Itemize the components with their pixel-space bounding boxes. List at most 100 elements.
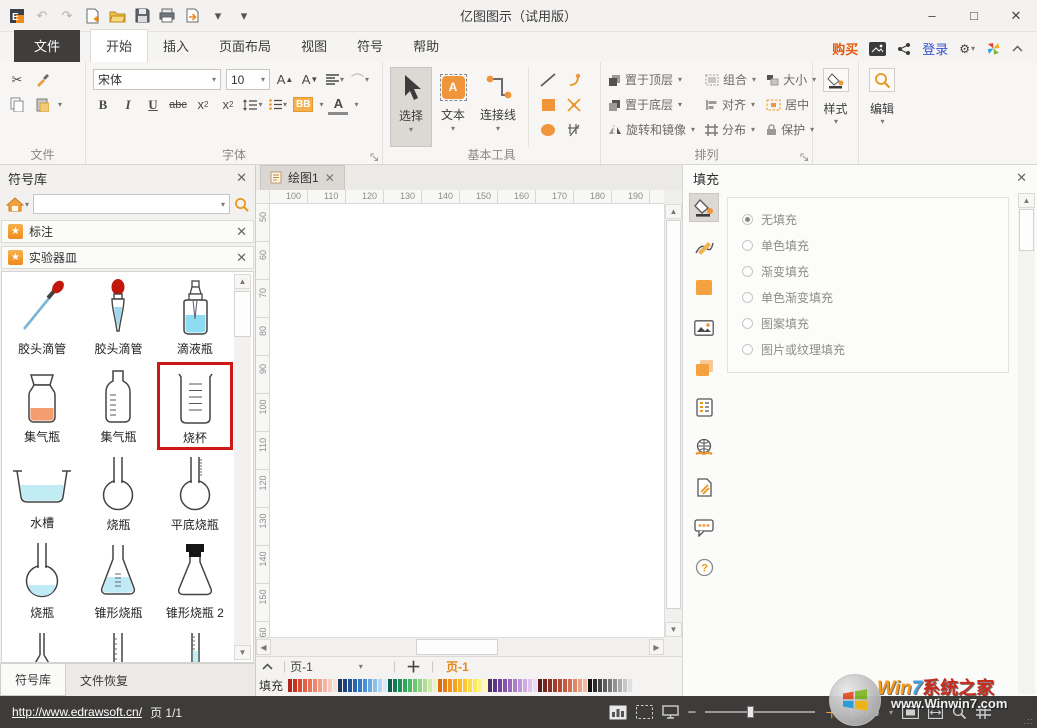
fill-bucket-icon[interactable] [689,193,719,222]
symbol-flat-bottom-flask[interactable]: 平底烧瓶 [157,450,233,538]
symbol-flask-liquid[interactable]: 烧瓶 [4,538,80,626]
arrange-dialog-launcher-icon[interactable] [800,153,809,162]
zoom-in-icon[interactable]: ＋ [824,702,839,723]
copy-icon[interactable] [7,94,27,115]
style-label[interactable]: 样式 [823,100,847,117]
close-button[interactable]: ✕ [995,1,1037,31]
symbol-test-tube-liquid[interactable] [157,626,233,662]
format-painter-icon[interactable] [32,69,52,90]
palette-swatch[interactable] [513,679,517,692]
scroll-down-icon[interactable]: ▼ [234,645,251,660]
line-style-icon[interactable] [689,233,719,262]
tab-insert[interactable]: 插入 [148,30,204,62]
palette-swatch[interactable] [628,679,632,692]
tab-page-layout[interactable]: 页面布局 [204,30,286,62]
text-highlight-icon[interactable]: BB [293,97,313,112]
search-icon[interactable] [234,197,249,212]
palette-swatch[interactable] [478,679,482,692]
palette-swatch[interactable] [558,679,562,692]
fill-panel-close-icon[interactable]: ✕ [1016,170,1027,186]
palette-swatch[interactable] [393,679,397,692]
palette-swatch[interactable] [403,679,407,692]
palette-swatch[interactable] [618,679,622,692]
palette-swatch[interactable] [453,679,457,692]
palette-swatch[interactable] [428,679,432,692]
palette-swatch[interactable] [383,679,387,692]
bottom-tab-file-recovery[interactable]: 文件恢复 [66,664,142,696]
tab-file[interactable]: 文件 [14,30,80,62]
superscript-icon[interactable]: x2 [218,94,238,115]
fill-option-single-gradient[interactable]: 单色渐变填充 [742,284,1008,310]
palette-swatch[interactable] [483,679,487,692]
document-tab[interactable]: 绘图1 ✕ [260,165,345,190]
edit-find-icon[interactable] [869,68,895,92]
symbol-erlenmeyer-flask-stoppered[interactable]: 锥形烧瓶 2 [157,538,233,626]
palette-swatch[interactable] [593,679,597,692]
settings-gear-icon[interactable]: ⚙▾ [959,42,975,56]
resize-grip[interactable]: .:: [1023,716,1034,726]
palette-swatch[interactable] [303,679,307,692]
fit-width-icon[interactable] [928,706,943,719]
palette-swatch[interactable] [433,679,437,692]
palette-swatch[interactable] [338,679,342,692]
drawing-canvas[interactable] [270,204,664,637]
page-selector-dropdown[interactable]: ▾ [359,662,363,671]
bullet-list-icon[interactable]: ▾ [268,94,288,115]
edit-label[interactable]: 编辑 [870,100,894,117]
symbol-gas-bottle-liquid[interactable]: 集气瓶 [4,362,80,450]
palette-swatch[interactable] [293,679,297,692]
italic-icon[interactable]: I [118,94,138,115]
save-button[interactable] [133,7,151,25]
palette-swatch[interactable] [588,679,592,692]
help-icon[interactable]: ? [689,553,719,582]
export-dropdown[interactable]: ▾ [209,7,227,25]
rectangle-tool-icon[interactable] [541,98,556,112]
rotate-mirror-button[interactable]: 旋转和镜像▾ [608,117,695,142]
scroll-up-icon[interactable]: ▲ [665,204,682,219]
grid-toggle-icon[interactable] [976,706,991,719]
palette-swatch[interactable] [458,679,462,692]
palette-swatch[interactable] [348,679,352,692]
palette-swatch[interactable] [378,679,382,692]
canvas-horizontal-scrollbar[interactable]: ◀ ▶ [256,637,664,656]
palette-swatch[interactable] [363,679,367,692]
palette-swatch[interactable] [603,679,607,692]
palette-swatch[interactable] [448,679,452,692]
size-button[interactable]: 大小▾ [766,67,816,92]
new-document-button[interactable] [83,7,101,25]
palette-swatch[interactable] [418,679,422,692]
palette-swatch[interactable] [388,679,392,692]
palette-swatch[interactable] [573,679,577,692]
palette-swatch[interactable] [353,679,357,692]
palette-swatch[interactable] [468,679,472,692]
palette-swatch[interactable] [538,679,542,692]
attachment-icon[interactable] [689,473,719,502]
zoom-region-icon[interactable] [952,705,967,719]
fill-panel-scrollbar[interactable]: ▲ [1018,193,1035,694]
symbol-erlenmeyer-flask[interactable]: 锥形烧瓶 [80,538,156,626]
palette-swatch[interactable] [373,679,377,692]
protect-button[interactable]: 保护▾ [766,117,816,142]
login-button[interactable]: 登录 [922,39,948,58]
page-selector[interactable]: 页-1 [290,658,313,675]
tab-home[interactable]: 开始 [90,29,148,62]
scroll-left-icon[interactable]: ◀ [256,639,271,655]
palette-swatch[interactable] [568,679,572,692]
export-button[interactable] [183,7,201,25]
palette-swatch[interactable] [473,679,477,692]
decrease-font-icon[interactable]: A▼ [300,69,320,90]
buy-button[interactable]: 购买 [832,39,858,58]
symbol-dropper-diagonal[interactable]: 胶头滴管 [4,274,80,362]
palette-swatch[interactable] [548,679,552,692]
font-color-dropdown[interactable]: ▾ [354,100,358,109]
fill-option-solid[interactable]: 单色填充 [742,232,1008,258]
connector-tool-button[interactable]: 连接线▾ [474,67,522,147]
section-close-icon[interactable]: ✕ [236,224,247,240]
bring-to-front-button[interactable]: 置于顶层▾ [608,67,695,92]
strikethrough-icon[interactable]: abc [168,94,188,115]
palette-swatch[interactable] [398,679,402,692]
ellipse-tool-icon[interactable] [540,123,556,137]
palette-swatch[interactable] [313,679,317,692]
palette-swatch[interactable] [533,679,537,692]
undo-button[interactable]: ↶ [33,7,51,25]
